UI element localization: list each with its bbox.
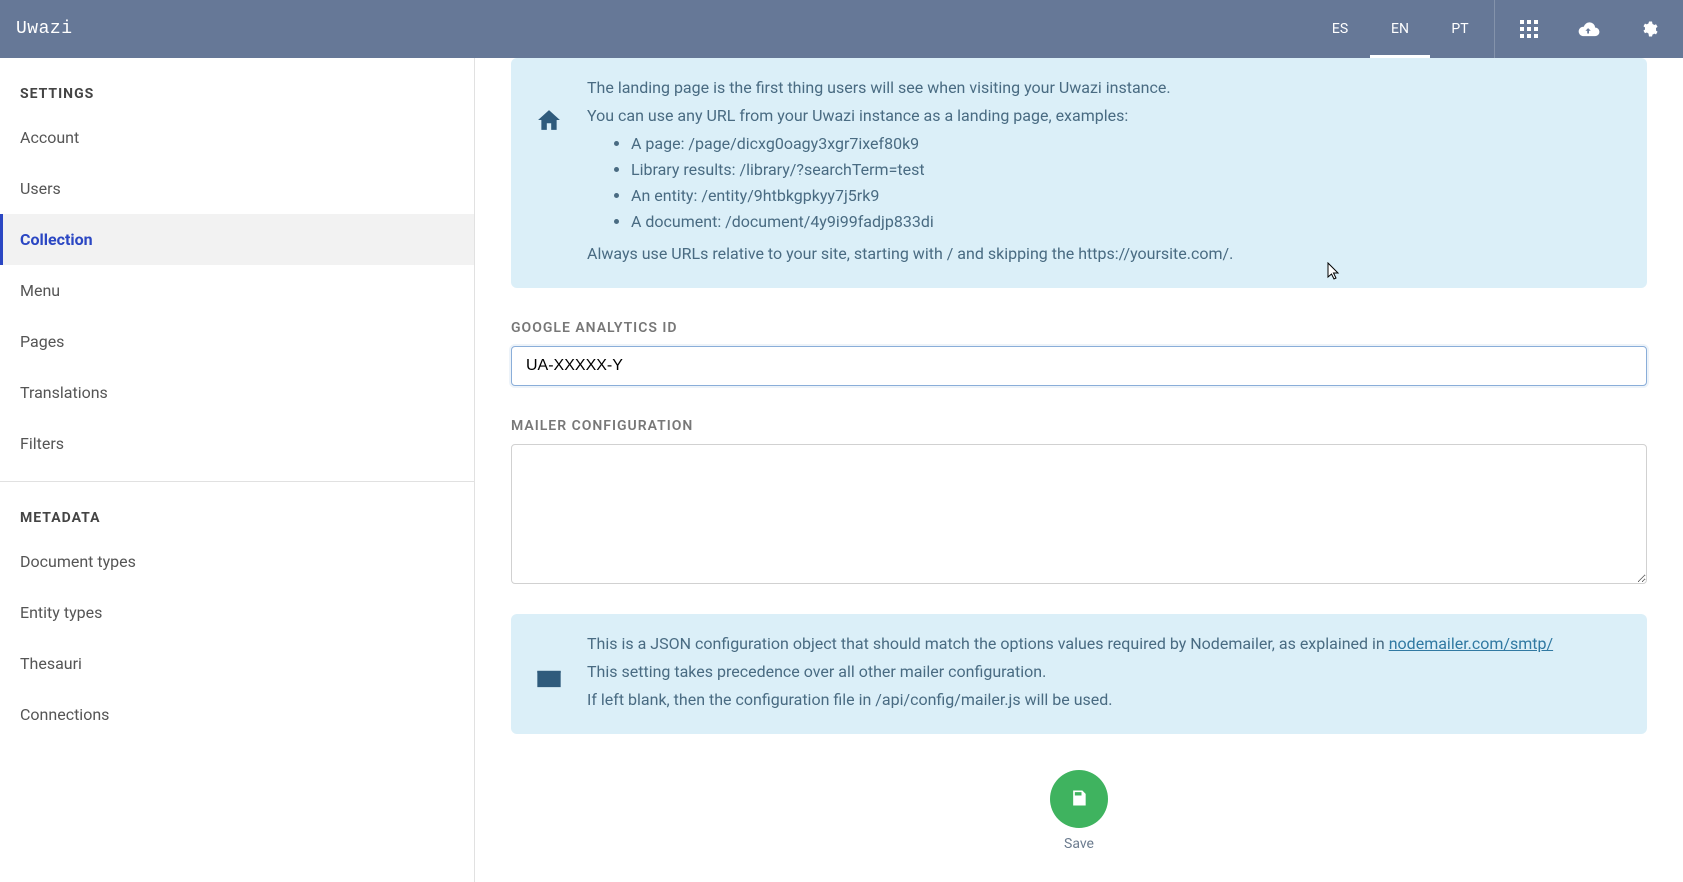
mailer-info-p3: If left blank, then the configuration fi…	[587, 688, 1553, 712]
sidebar-section-metadata: METADATA	[0, 482, 474, 536]
landing-info-p2: You can use any URL from your Uwazi inst…	[587, 104, 1233, 128]
landing-page-info-text: The landing page is the first thing user…	[587, 72, 1233, 270]
landing-info-p3: Always use URLs relative to your site, s…	[587, 242, 1233, 266]
landing-page-info-box: The landing page is the first thing user…	[511, 58, 1647, 288]
landing-info-p1: The landing page is the first thing user…	[587, 76, 1233, 100]
landing-example-page: A page: /page/dicxg0oagy3xgr7ixef80k9	[631, 132, 1233, 156]
layout: SETTINGS Account Users Collection Menu P…	[0, 58, 1683, 882]
sidebar-item-connections[interactable]: Connections	[0, 689, 474, 740]
mailer-info-p1: This is a JSON configuration object that…	[587, 634, 1389, 653]
cloud-upload-icon[interactable]	[1559, 0, 1619, 58]
sidebar-item-account[interactable]: Account	[0, 112, 474, 163]
landing-example-document: A document: /document/4y9i99fadjp833di	[631, 210, 1233, 234]
gear-icon[interactable]	[1619, 0, 1679, 58]
sidebar-item-document-types[interactable]: Document types	[0, 536, 474, 587]
save-wrap: Save	[511, 770, 1647, 852]
sidebar-item-pages[interactable]: Pages	[0, 316, 474, 367]
sidebar-item-entity-types[interactable]: Entity types	[0, 587, 474, 638]
sidebar-item-users[interactable]: Users	[0, 163, 474, 214]
sidebar-item-filters[interactable]: Filters	[0, 418, 474, 469]
save-disk-icon	[1069, 788, 1089, 811]
sidebar-item-menu[interactable]: Menu	[0, 265, 474, 316]
save-button[interactable]	[1050, 770, 1108, 828]
main-content: The landing page is the first thing user…	[475, 58, 1683, 882]
sidebar-item-translations[interactable]: Translations	[0, 367, 474, 418]
mailer-info-text: This is a JSON configuration object that…	[587, 628, 1553, 716]
lang-en[interactable]: EN	[1370, 0, 1430, 58]
home-icon	[535, 108, 563, 136]
mailer-info-link[interactable]: nodemailer.com/smtp/	[1389, 634, 1553, 653]
nav-right: ES EN PT	[1310, 0, 1679, 58]
grid-icon[interactable]	[1499, 0, 1559, 58]
sidebar-section-settings: SETTINGS	[0, 58, 474, 112]
mailer-config-textarea[interactable]	[511, 444, 1647, 584]
sidebar-item-thesauri[interactable]: Thesauri	[0, 638, 474, 689]
mailer-info-p2: This setting takes precedence over all o…	[587, 660, 1553, 684]
lang-pt[interactable]: PT	[1430, 0, 1490, 58]
google-analytics-label: GOOGLE ANALYTICS ID	[511, 320, 1647, 336]
mailer-info-p1-wrap: This is a JSON configuration object that…	[587, 632, 1553, 656]
save-label: Save	[1064, 836, 1094, 852]
landing-example-library: Library results: /library/?searchTerm=te…	[631, 158, 1233, 182]
landing-example-entity: An entity: /entity/9htbkgpkyy7j5rk9	[631, 184, 1233, 208]
mailer-config-label: MAILER CONFIGURATION	[511, 418, 1647, 434]
envelope-icon	[535, 668, 563, 694]
sidebar-item-collection[interactable]: Collection	[0, 214, 474, 265]
topbar: Uwazi ES EN PT	[0, 0, 1683, 58]
sidebar: SETTINGS Account Users Collection Menu P…	[0, 58, 475, 882]
lang-es[interactable]: ES	[1310, 0, 1370, 58]
mailer-info-box: This is a JSON configuration object that…	[511, 614, 1647, 734]
nav-divider	[1494, 0, 1495, 58]
brand-logo[interactable]: Uwazi	[16, 19, 73, 39]
google-analytics-input[interactable]	[511, 346, 1647, 386]
